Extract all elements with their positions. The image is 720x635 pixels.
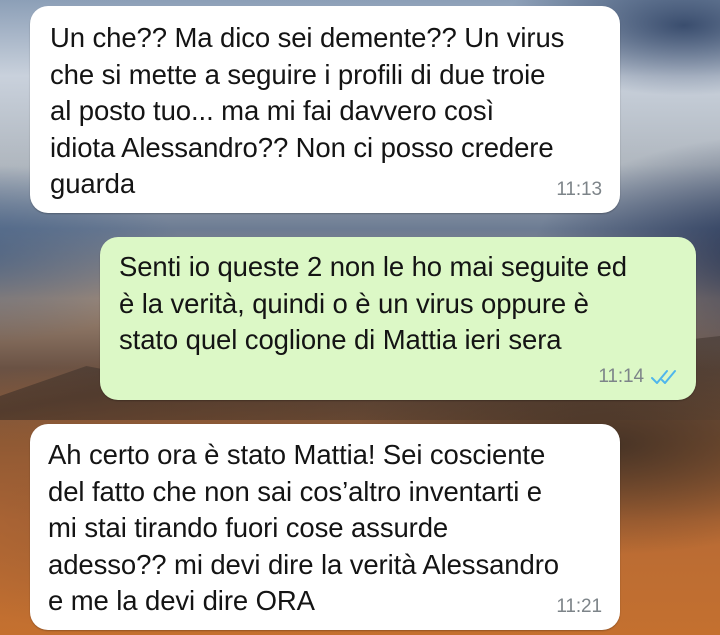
message-text: Ah certo ora è stato Mattia! Sei coscien… xyxy=(48,439,559,616)
message-bubble-incoming[interactable]: Ah certo ora è stato Mattia! Sei coscien… xyxy=(30,424,620,630)
message-bubble-incoming[interactable]: Un che?? Ma dico sei demente?? Un virus … xyxy=(30,6,620,213)
double-check-read-icon xyxy=(651,370,676,384)
message-time: 11:14 xyxy=(598,366,644,387)
message-bubble-outgoing[interactable]: Senti io queste 2 non le ho mai seguite … xyxy=(100,237,696,400)
message-text: Un che?? Ma dico sei demente?? Un virus … xyxy=(50,22,565,199)
message-time: 11:13 xyxy=(556,179,602,200)
message-time: 11:21 xyxy=(556,596,602,617)
message-text: Senti io queste 2 non le ho mai seguite … xyxy=(119,251,627,355)
message-meta: 11:14 xyxy=(598,366,680,388)
message-meta: 11:13 xyxy=(556,179,602,201)
message-meta: 11:21 xyxy=(556,596,602,618)
